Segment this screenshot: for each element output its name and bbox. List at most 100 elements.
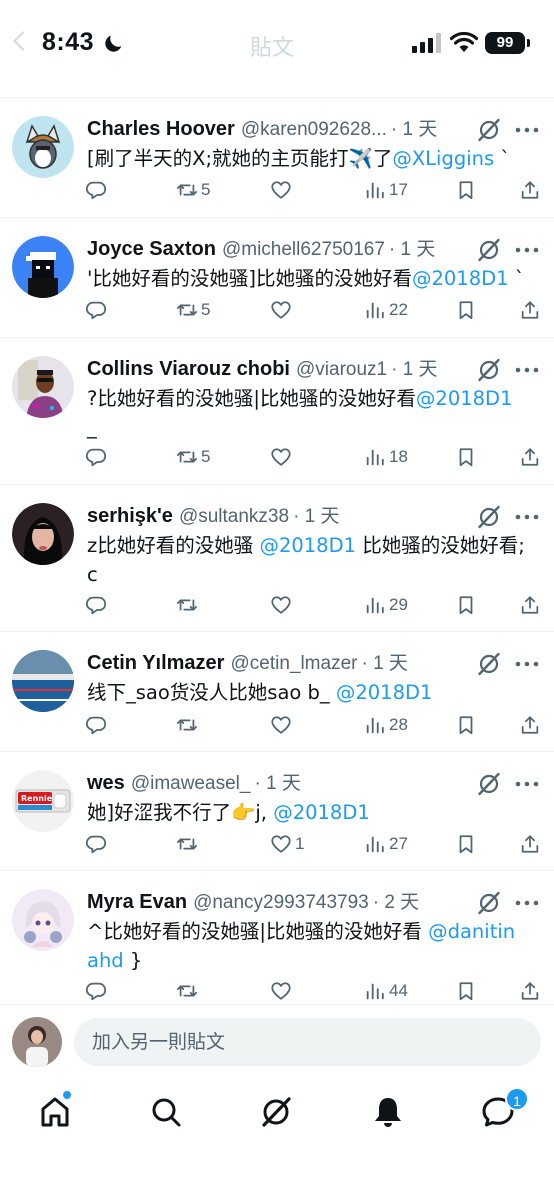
share-button[interactable] — [519, 976, 541, 1006]
user-handle[interactable]: @cetin_lmazer — [230, 653, 357, 674]
views-button[interactable]: 27 — [364, 829, 408, 859]
user-handle[interactable]: @michell62750167 — [222, 239, 385, 260]
grok-icon[interactable] — [476, 504, 502, 530]
tweet-avatar[interactable]: Rennie — [12, 770, 74, 832]
nav-search[interactable] — [146, 1092, 186, 1132]
share-button[interactable] — [519, 829, 541, 859]
like-button[interactable] — [270, 442, 295, 472]
views-button[interactable]: 28 — [364, 710, 408, 740]
share-button[interactable] — [519, 175, 541, 205]
my-avatar[interactable] — [12, 1017, 62, 1067]
tweet-item[interactable]: Charles Hoover @karen092628... · 1 天 [刷了半天的… — [0, 98, 554, 217]
tweet-item[interactable]: serhişk'e @sultankz38 · 1 天 z比她好看的没她骚 @2018… — [0, 485, 554, 631]
retweet-button[interactable] — [176, 590, 201, 620]
tweet-avatar[interactable] — [12, 889, 74, 951]
tweet-avatar[interactable] — [12, 503, 74, 565]
mention-link[interactable]: @2018D1 — [336, 681, 433, 704]
like-button[interactable] — [270, 175, 295, 205]
retweet-button[interactable] — [176, 710, 201, 740]
more-options-icon[interactable] — [514, 509, 540, 525]
retweet-button[interactable] — [176, 829, 201, 859]
views-button[interactable]: 18 — [364, 442, 408, 472]
tweet-item[interactable]: Cetin Yılmazer @cetin_lmazer · 1 天线下_sao货没… — [0, 632, 554, 751]
tweet-avatar[interactable] — [12, 650, 74, 712]
tweet-avatar[interactable] — [12, 116, 74, 178]
compose-input[interactable]: 加入另一則貼文 — [74, 1018, 541, 1066]
reply-button[interactable] — [85, 295, 110, 325]
bookmark-button[interactable] — [455, 710, 477, 740]
more-options-icon[interactable] — [514, 242, 540, 258]
mention-link[interactable]: @2018D1 — [273, 801, 370, 824]
display-name[interactable]: Joyce Saxton — [87, 238, 216, 260]
views-button[interactable]: 44 — [364, 976, 408, 1006]
reply-button[interactable] — [85, 590, 110, 620]
user-handle[interactable]: @sultankz38 — [179, 506, 289, 527]
views-button[interactable]: 22 — [364, 295, 408, 325]
mention-link[interactable]: @2018D1 — [412, 267, 509, 290]
tweet-avatar[interactable] — [12, 356, 74, 418]
display-name[interactable]: Cetin Yılmazer — [87, 652, 224, 674]
reply-button[interactable] — [85, 829, 110, 859]
display-name[interactable]: wes — [87, 772, 125, 794]
bookmark-button[interactable] — [455, 295, 477, 325]
grok-icon[interactable] — [476, 890, 502, 916]
retweet-button[interactable]: 5 — [176, 442, 210, 472]
display-name[interactable]: Charles Hoover — [87, 118, 235, 140]
tweet-avatar[interactable] — [12, 236, 74, 298]
retweet-button[interactable]: 5 — [176, 175, 210, 205]
tweet-item[interactable]: Joyce Saxton @michell62750167 · 1 天 '比她好看的没… — [0, 218, 554, 337]
retweet-button[interactable]: 5 — [176, 295, 210, 325]
like-button[interactable] — [270, 976, 295, 1006]
more-options-icon[interactable] — [514, 656, 540, 672]
grok-icon[interactable] — [476, 771, 502, 797]
reply-button[interactable] — [85, 175, 110, 205]
like-button[interactable] — [270, 295, 295, 325]
user-handle[interactable]: @nancy2993743793 — [193, 892, 369, 913]
like-button[interactable] — [270, 590, 295, 620]
tweet-item[interactable]: Rennie wes @imaweasel_ · 1 天她]好涩我不行了👉j, @20… — [0, 752, 554, 870]
tweet-time[interactable]: · 1 天 — [361, 653, 407, 674]
reply-button[interactable] — [85, 976, 110, 1006]
tweet-time[interactable]: · 1 天 — [391, 119, 437, 140]
nav-notifications[interactable] — [368, 1092, 408, 1132]
more-options-icon[interactable] — [514, 122, 540, 138]
share-button[interactable] — [519, 590, 541, 620]
mention-link[interactable]: @XLiggins — [392, 147, 494, 170]
like-button[interactable]: 1 — [270, 829, 304, 859]
bookmark-button[interactable] — [455, 175, 477, 205]
tweet-time[interactable]: · 1 天 — [391, 359, 437, 380]
user-handle[interactable]: @karen092628... — [241, 119, 387, 140]
back-arrow-icon[interactable] — [13, 31, 33, 51]
grok-icon[interactable] — [476, 651, 502, 677]
more-options-icon[interactable] — [514, 362, 540, 378]
bookmark-button[interactable] — [455, 976, 477, 1006]
mention-link[interactable]: @2018D1 — [259, 534, 356, 557]
reply-button[interactable] — [85, 442, 110, 472]
user-handle[interactable]: @imaweasel_ — [131, 773, 251, 794]
mention-link[interactable]: @2018D1 — [416, 387, 513, 410]
display-name[interactable]: Myra Evan — [87, 891, 187, 913]
bookmark-button[interactable] — [455, 829, 477, 859]
share-button[interactable] — [519, 710, 541, 740]
nav-grok[interactable] — [256, 1092, 296, 1132]
grok-icon[interactable] — [476, 237, 502, 263]
grok-icon[interactable] — [476, 117, 502, 143]
tweet-time[interactable]: · 2 天 — [373, 892, 419, 913]
tweet-item[interactable]: Myra Evan @nancy2993743793 · 2 天 ^比她好看的没她骚|… — [0, 871, 554, 1004]
more-options-icon[interactable] — [514, 895, 540, 911]
grok-icon[interactable] — [476, 357, 502, 383]
tweet-time[interactable]: · 1 天 — [293, 506, 339, 527]
bookmark-button[interactable] — [455, 442, 477, 472]
user-handle[interactable]: @viarouz1 — [296, 359, 387, 380]
display-name[interactable]: serhişk'e — [87, 505, 173, 527]
tweet-time[interactable]: · 1 天 — [254, 773, 300, 794]
more-options-icon[interactable] — [514, 776, 540, 792]
bookmark-button[interactable] — [455, 590, 477, 620]
retweet-button[interactable] — [176, 976, 201, 1006]
display-name[interactable]: Collins Viarouz chobi — [87, 358, 290, 380]
share-button[interactable] — [519, 442, 541, 472]
tweet-time[interactable]: · 1 天 — [389, 239, 435, 260]
reply-button[interactable] — [85, 710, 110, 740]
like-button[interactable] — [270, 710, 295, 740]
share-button[interactable] — [519, 295, 541, 325]
